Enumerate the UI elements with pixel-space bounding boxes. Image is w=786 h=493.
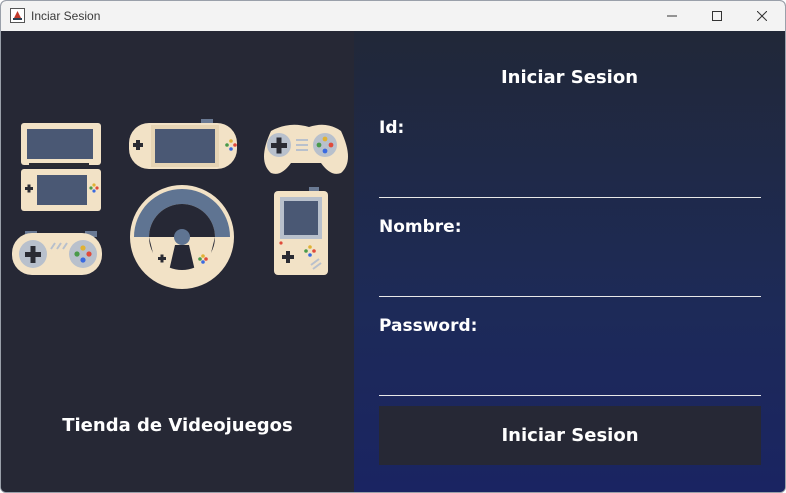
minimize-button[interactable] (649, 1, 695, 31)
store-name-label: Tienda de Videojuegos (62, 415, 293, 436)
gamepad-icon (264, 124, 348, 174)
steering-wheel-icon (130, 185, 234, 289)
close-button[interactable] (739, 1, 785, 31)
minimize-icon (667, 15, 677, 17)
window-title: Inciar Sesion (31, 9, 101, 23)
app-window: Inciar Sesion Tienda de Videojuegos Inic… (0, 0, 786, 493)
nombre-label: Nombre: (379, 217, 462, 237)
maximize-icon (712, 11, 722, 21)
portable-console-icon (129, 119, 237, 169)
id-label: Id: (379, 118, 405, 138)
password-label: Password: (379, 316, 478, 336)
classic-controller-icon (12, 231, 102, 275)
dual-screen-handheld-icon (21, 123, 101, 211)
title-bar[interactable]: Inciar Sesion (1, 1, 785, 31)
close-icon (757, 11, 767, 21)
maximize-button[interactable] (694, 1, 740, 31)
left-panel: Tienda de Videojuegos (1, 31, 354, 492)
form-title: Iniciar Sesion (500, 67, 639, 88)
java-app-icon (10, 8, 25, 23)
video-game-consoles-illustration (12, 119, 348, 289)
id-field[interactable] (379, 166, 761, 198)
password-field[interactable] (379, 364, 761, 396)
nombre-field[interactable] (379, 265, 761, 297)
gameboy-icon (274, 187, 328, 275)
login-form-panel: Iniciar Sesion Id: Nombre: Password: Ini… (354, 31, 785, 492)
login-button[interactable]: Iniciar Sesion (379, 406, 761, 465)
